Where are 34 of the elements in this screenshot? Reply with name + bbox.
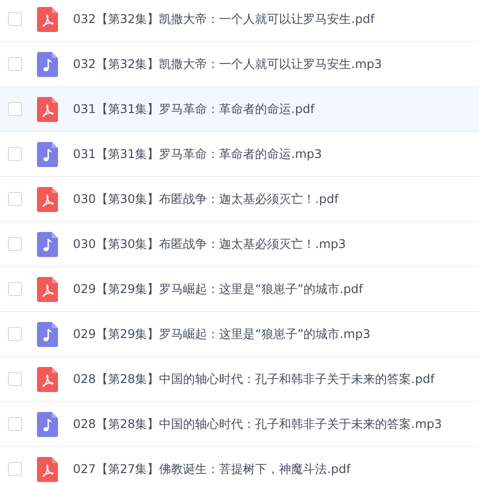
pdf-file-icon bbox=[37, 456, 58, 482]
file-name: 029【第29集】罗马崛起：这里是“狼崽子”的城市.pdf bbox=[73, 281, 363, 298]
music-file-icon bbox=[37, 412, 58, 436]
pdf-file-icon bbox=[37, 96, 58, 122]
file-name: 028【第28集】中国的轴心时代：孔子和韩非子关于未来的答案.mp3 bbox=[73, 416, 442, 433]
checkbox[interactable] bbox=[8, 192, 22, 206]
file-name: 027【第27集】佛教诞生：菩提树下，神魔斗法.pdf bbox=[73, 461, 350, 478]
file-name: 028【第28集】中国的轴心时代：孔子和韩非子关于未来的答案.pdf bbox=[73, 371, 434, 388]
checkbox[interactable] bbox=[8, 327, 22, 341]
file-name: 032【第32集】凯撒大帝：一个人就可以让罗马安生.mp3 bbox=[73, 56, 382, 73]
music-file-icon bbox=[37, 142, 58, 166]
checkbox[interactable] bbox=[8, 462, 22, 476]
checkbox[interactable] bbox=[8, 417, 22, 431]
file-row[interactable]: 031【第31集】罗马革命：革命者的命运.pdf bbox=[0, 87, 479, 132]
file-name: 031【第31集】罗马革命：革命者的命运.mp3 bbox=[73, 146, 322, 163]
checkbox[interactable] bbox=[8, 237, 22, 251]
file-name: 031【第31集】罗马革命：革命者的命运.pdf bbox=[73, 101, 314, 118]
checkbox[interactable] bbox=[8, 12, 22, 26]
checkbox[interactable] bbox=[8, 102, 22, 116]
file-name: 030【第30集】布匿战争：迦太基必须灭亡！.pdf bbox=[73, 191, 338, 208]
pdf-file-icon bbox=[37, 366, 58, 392]
music-file-icon bbox=[37, 322, 58, 346]
checkbox[interactable] bbox=[8, 147, 22, 161]
file-name: 030【第30集】布匿战争：迦太基必须灭亡！.mp3 bbox=[73, 236, 346, 253]
pdf-file-icon bbox=[37, 186, 58, 212]
checkbox[interactable] bbox=[8, 57, 22, 71]
file-name: 029【第29集】罗马崛起：这里是“狼崽子”的城市.mp3 bbox=[73, 326, 370, 343]
file-name: 032【第32集】凯撒大帝：一个人就可以让罗马安生.pdf bbox=[73, 11, 374, 28]
music-file-icon bbox=[37, 52, 58, 76]
checkbox[interactable] bbox=[8, 372, 22, 386]
music-file-icon bbox=[37, 232, 58, 256]
pdf-file-icon bbox=[37, 276, 58, 302]
pdf-file-icon bbox=[37, 6, 58, 32]
checkbox[interactable] bbox=[8, 282, 22, 296]
